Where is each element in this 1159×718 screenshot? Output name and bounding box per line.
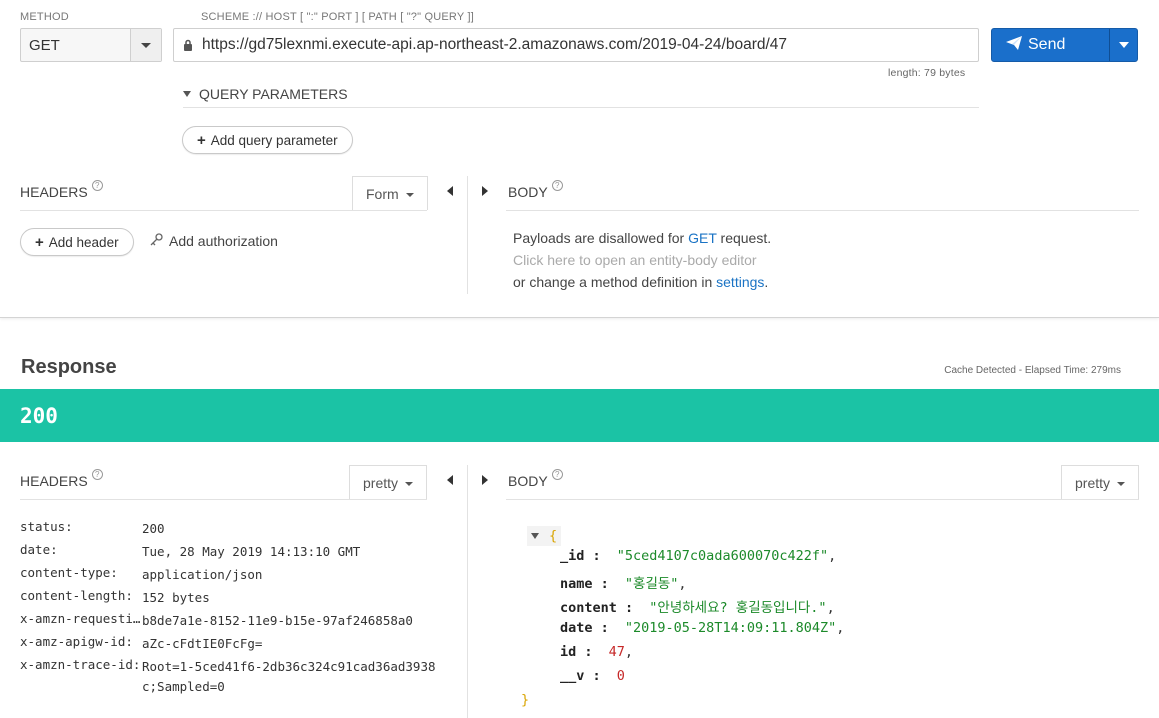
json-open-brace: { [549,528,558,544]
json-key: __v [560,668,585,684]
add-authorization-button[interactable]: Add authorization [150,233,278,249]
settings-link[interactable]: settings [716,274,764,290]
json-root[interactable]: { [527,526,562,546]
chevron-down-icon [1118,42,1129,48]
query-parameters-toggle[interactable]: QUERY PARAMETERS [183,80,979,108]
request-panel: METHOD SCHEME :// HOST [ ":" PORT ] [ PA… [0,0,1159,318]
json-field: id : 47, [560,644,634,660]
json-key: id [560,644,577,660]
request-headers-title: HEADERS ? [20,180,103,200]
add-header-button[interactable]: + Add header [20,228,134,256]
method-value: GET [29,37,60,54]
add-query-label: Add query parameter [210,132,338,148]
plus-icon: + [35,233,44,251]
json-field: name : "홍길동", [560,576,687,592]
divider [506,210,1139,211]
url-input[interactable]: https://gd75lexnmi.execute-api.ap-northe… [173,28,979,62]
json-field: content : "안녕하세요? 홍길동입니다.", [560,600,835,616]
open-body-editor-link[interactable]: Click here to open an entity-body editor [513,249,771,271]
json-close-brace: } [521,692,530,708]
json-field: __v : 0 [560,668,625,684]
lock-icon [174,39,202,51]
send-label: Send [1028,36,1066,53]
url-value: https://gd75lexnmi.execute-api.ap-northe… [202,36,788,53]
method-label: METHOD [20,11,69,23]
paper-plane-icon [1006,35,1022,55]
send-button-group: Send [991,28,1138,62]
body-disallowed-message: Payloads are disallowed for GET request.… [513,227,771,293]
json-viewer: { _id : "5ced4107c0ada600070c422f", name… [0,334,1159,718]
response-panel: Response Cache Detected - Elapsed Time: … [0,334,1159,718]
json-value: 47 [608,644,625,660]
body-msg-text: Payloads are disallowed for [513,230,689,246]
body-msg-text: . [764,274,769,290]
json-value: "안녕하세요? 홍길동입니다." [649,600,827,616]
json-value: "2019-05-28T14:09:11.804Z" [624,620,837,636]
request-body-title: BODY ? [508,180,563,200]
chevron-down-icon [405,193,414,197]
send-options-button[interactable] [1109,29,1137,61]
add-query-parameter-button[interactable]: + Add query parameter [182,126,353,154]
json-close: } [521,692,529,708]
send-button[interactable]: Send [992,29,1109,61]
divider [20,210,427,211]
json-field: _id : "5ced4107c0ada600070c422f", [560,548,837,564]
headers-mode-value: Form [366,185,399,202]
json-key: date [560,620,593,636]
help-icon[interactable]: ? [551,180,563,191]
collapse-triangle-icon[interactable] [531,533,539,539]
collapse-left-icon[interactable] [447,186,453,196]
query-parameters-label: QUERY PARAMETERS [199,85,348,102]
collapse-right-icon[interactable] [482,186,488,196]
json-value: "홍길동" [624,576,679,592]
chevron-down-icon[interactable] [130,29,161,61]
json-field: date : "2019-05-28T14:09:11.804Z", [560,620,845,636]
json-value: 0 [616,668,625,684]
plus-icon: + [197,131,206,149]
body-label: BODY [508,184,548,200]
json-value: "5ced4107c0ada600070c422f" [616,548,829,564]
headers-label: HEADERS [20,184,88,200]
method-select[interactable]: GET [20,28,162,62]
url-format-label: SCHEME :// HOST [ ":" PORT ] [ PATH [ "?… [201,11,474,23]
url-length: length: 79 bytes [888,67,966,79]
body-msg-text: or change a method definition in [513,274,717,290]
help-icon[interactable]: ? [91,180,103,191]
panel-divider [467,176,468,294]
headers-mode-select[interactable]: Form [352,176,428,210]
method-link[interactable]: GET [688,230,717,246]
add-authorization-label: Add authorization [169,233,278,249]
key-icon [150,233,163,249]
body-msg-text: request. [716,230,772,246]
add-header-label: Add header [48,234,119,250]
json-key: content [560,600,617,616]
json-key: _id [560,548,585,564]
json-key: name [560,576,593,592]
collapse-triangle-icon [183,90,191,97]
